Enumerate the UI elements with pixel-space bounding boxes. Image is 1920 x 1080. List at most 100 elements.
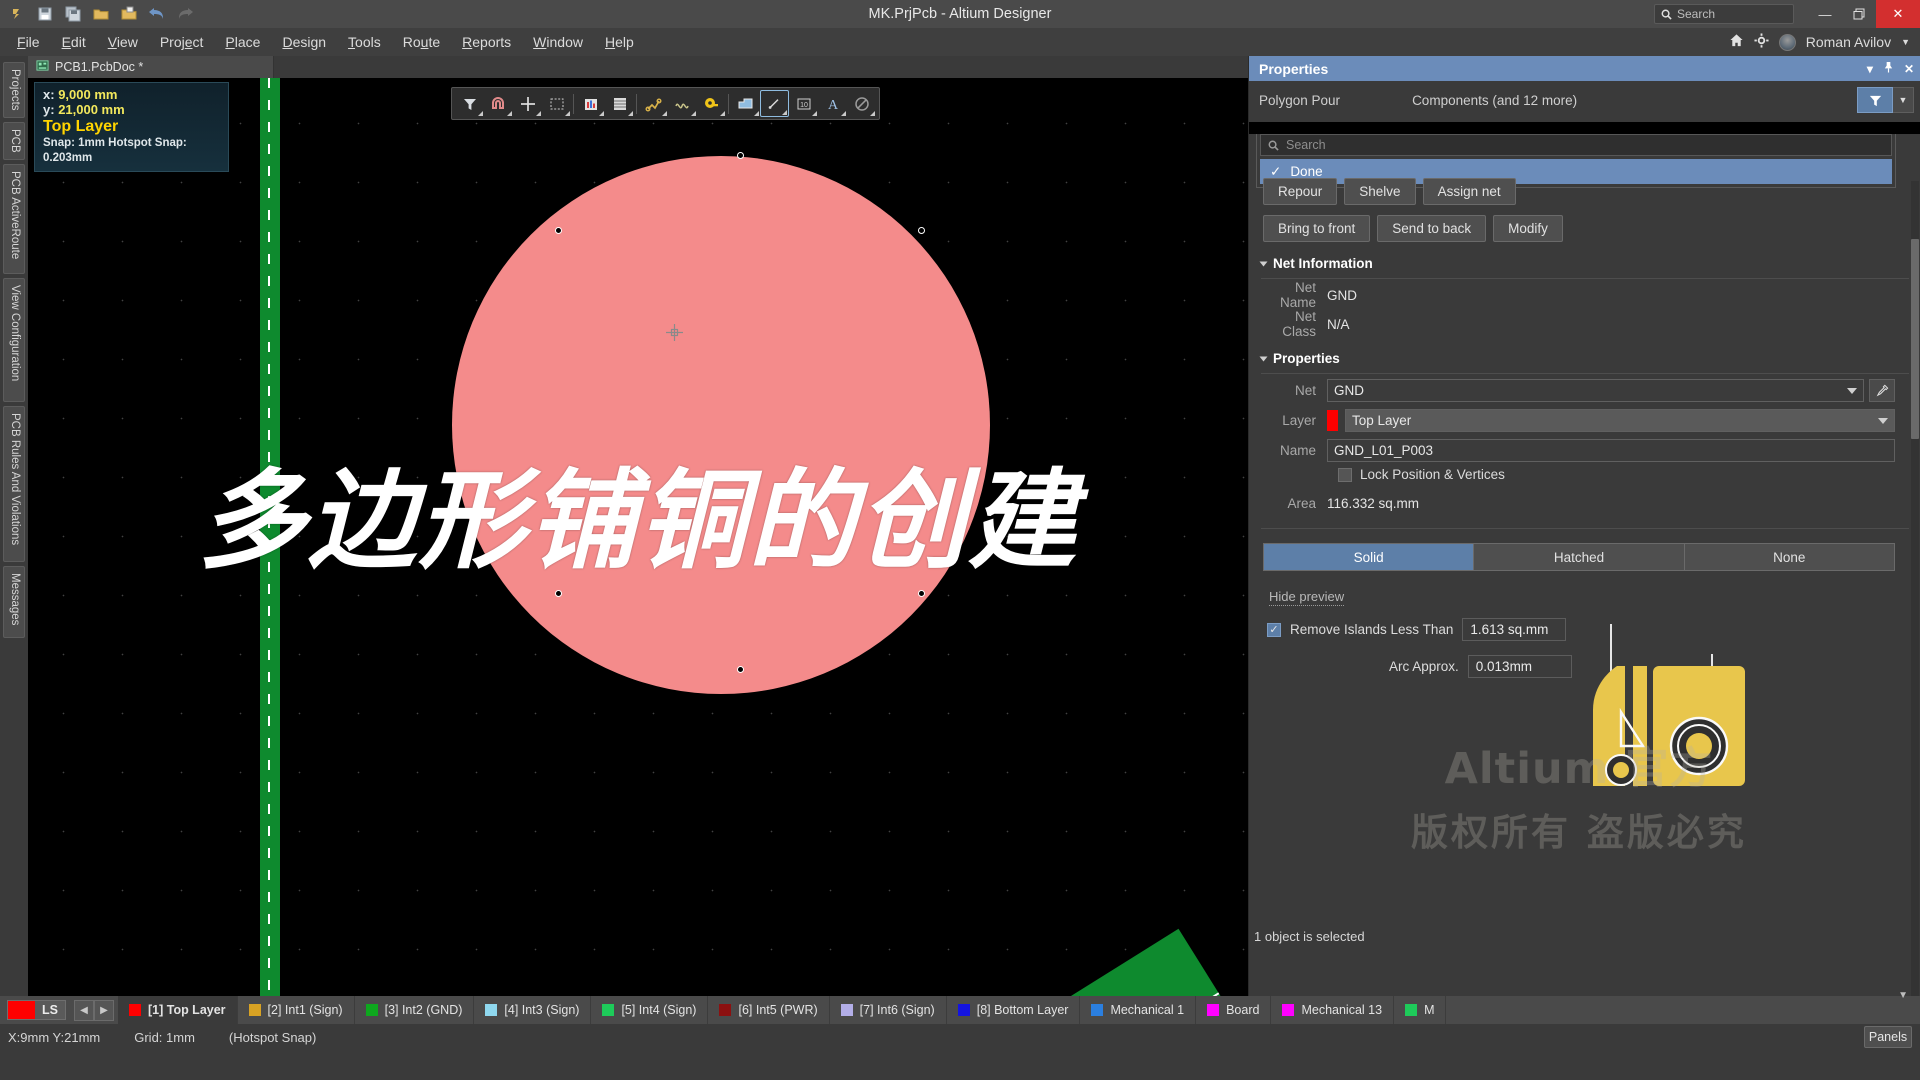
no-net-icon[interactable] <box>847 90 876 117</box>
layer-tab-mechanical-1[interactable]: Mechanical 1 <box>1080 996 1197 1024</box>
eyedropper-icon[interactable] <box>1869 379 1895 402</box>
layer-tab-mechanical-13[interactable]: Mechanical 13 <box>1271 996 1395 1024</box>
repour-button[interactable]: Repour <box>1263 178 1338 205</box>
layer-select[interactable]: Top Layer <box>1345 409 1895 432</box>
save-all-icon[interactable] <box>60 2 86 26</box>
statusbar-expand-caret[interactable]: ▼ <box>1898 990 1908 1001</box>
menu-file[interactable]: File <box>6 30 51 54</box>
assign-net-button[interactable]: Assign net <box>1422 178 1516 205</box>
net-select[interactable]: GND <box>1327 379 1864 402</box>
sidebar-item-projects[interactable]: Projects <box>3 62 25 118</box>
magnet-icon[interactable] <box>484 90 513 117</box>
fill-mode-none[interactable]: None <box>1684 544 1894 570</box>
filter-dropdown-caret[interactable]: ▼ <box>1893 87 1914 113</box>
pcb-canvas[interactable]: 多边形铺铜的创建 <box>28 78 1248 996</box>
sidebar-item-messages[interactable]: Messages <box>3 566 25 638</box>
layer-tab-top-layer[interactable]: [1] Top Layer <box>117 996 238 1024</box>
hide-preview-link[interactable]: Hide preview <box>1269 589 1345 606</box>
sidebar-item-rules[interactable]: PCB Rules And Violations <box>3 406 25 562</box>
send-to-back-button[interactable]: Send to back <box>1377 215 1487 242</box>
layer-scroll-next-button[interactable]: ▶ <box>93 999 114 1021</box>
net-information-section-header[interactable]: Net Information <box>1249 242 1920 278</box>
layer-tab-int1[interactable]: [2] Int1 (Sign) <box>238 996 355 1024</box>
fill-mode-hatched[interactable]: Hatched <box>1474 544 1685 570</box>
home-icon[interactable] <box>1729 33 1744 51</box>
menu-reports[interactable]: Reports <box>451 30 522 54</box>
fill-mode-solid[interactable]: Solid <box>1264 544 1475 570</box>
selection-handle[interactable] <box>555 227 562 234</box>
fill-pattern-icon[interactable] <box>605 90 634 117</box>
layer-tab-board[interactable]: Board <box>1196 996 1272 1024</box>
chart-bars-icon[interactable] <box>576 90 605 117</box>
object-scope-label[interactable]: Components (and 12 more) <box>1412 93 1577 108</box>
menu-view[interactable]: View <box>97 30 149 54</box>
selection-handle[interactable] <box>918 227 925 234</box>
pin-icon[interactable] <box>1883 61 1894 76</box>
polygon-pour-icon[interactable] <box>731 90 760 117</box>
undo-icon[interactable] <box>144 2 170 26</box>
layer-tab-int3[interactable]: [4] Int3 (Sign) <box>474 996 592 1024</box>
bring-to-front-button[interactable]: Bring to front <box>1263 215 1371 242</box>
route-net-icon[interactable] <box>639 90 668 117</box>
funnel-icon[interactable] <box>1857 87 1893 113</box>
crosshair-icon[interactable] <box>513 90 542 117</box>
menu-design[interactable]: Design <box>271 30 337 54</box>
document-tab-pcb1[interactable]: PCB1.PcbDoc * <box>28 56 274 78</box>
name-input[interactable]: GND_L01_P003 <box>1327 439 1895 462</box>
menu-place[interactable]: Place <box>214 30 271 54</box>
menu-help[interactable]: Help <box>594 30 645 54</box>
altium-logo-icon[interactable] <box>4 2 30 26</box>
filter-icon[interactable] <box>455 90 484 117</box>
shelve-button[interactable]: Shelve <box>1344 178 1416 205</box>
selection-handle[interactable] <box>737 152 744 159</box>
sidebar-item-pcb[interactable]: PCB <box>3 122 25 160</box>
selection-handle[interactable] <box>555 590 562 597</box>
dropdown-search-input[interactable]: Search <box>1260 134 1892 156</box>
panel-menu-button[interactable]: ▾ <box>1867 62 1873 76</box>
polygon-pour-shape[interactable] <box>452 156 990 694</box>
open-icon[interactable] <box>88 2 114 26</box>
remove-islands-checkbox[interactable]: ✓ <box>1267 622 1281 637</box>
layer-tab-int5[interactable]: [6] Int5 (PWR) <box>708 996 830 1024</box>
text-icon[interactable]: A <box>818 90 847 117</box>
panels-button[interactable]: Panels <box>1864 1026 1912 1048</box>
via-icon[interactable] <box>697 90 726 117</box>
chevron-down-icon[interactable]: ▼ <box>1901 37 1910 47</box>
layer-color-swatch <box>1405 1004 1418 1016</box>
open-project-icon[interactable] <box>116 2 142 26</box>
save-icon[interactable] <box>32 2 58 26</box>
layer-tab-int2[interactable]: [3] Int2 (GND) <box>355 996 475 1024</box>
selection-handle[interactable] <box>918 590 925 597</box>
menu-route[interactable]: Route <box>392 30 451 54</box>
layer-tab-int6[interactable]: [7] Int6 (Sign) <box>830 996 947 1024</box>
layer-tab-int4[interactable]: [5] Int4 (Sign) <box>591 996 709 1024</box>
layer-sets-chip[interactable]: LS <box>7 1000 66 1020</box>
sidebar-item-view-config[interactable]: View Configuration <box>3 278 25 402</box>
lock-position-row[interactable]: Lock Position & Vertices <box>1249 464 1920 482</box>
restore-button[interactable] <box>1842 0 1876 28</box>
menu-edit[interactable]: Edit <box>51 30 97 54</box>
close-button[interactable]: ✕ <box>1876 0 1920 28</box>
menu-project[interactable]: Project <box>149 30 215 54</box>
select-area-icon[interactable] <box>542 90 571 117</box>
selection-handle[interactable] <box>737 666 744 673</box>
minimize-button[interactable]: — <box>1808 0 1842 28</box>
modify-button[interactable]: Modify <box>1493 215 1563 242</box>
lock-position-checkbox[interactable] <box>1338 467 1352 482</box>
menu-window[interactable]: Window <box>522 30 594 54</box>
properties-section-header[interactable]: Properties <box>1249 337 1920 373</box>
panel-close-button[interactable]: ✕ <box>1904 62 1914 76</box>
sidebar-item-activeroute[interactable]: PCB ActiveRoute <box>3 164 25 274</box>
user-name[interactable]: Roman Avilov <box>1806 34 1891 50</box>
properties-scrollbar[interactable] <box>1911 181 1919 996</box>
layer-tab-truncated[interactable]: M <box>1394 996 1447 1024</box>
layer-tab-bottom-layer[interactable]: [8] Bottom Layer <box>947 996 1081 1024</box>
global-search-input[interactable]: Search <box>1654 4 1794 24</box>
gear-icon[interactable] <box>1754 33 1769 51</box>
differential-pair-icon[interactable] <box>668 90 697 117</box>
pcb-canvas-area[interactable]: 多边形铺铜的创建 x: 9,000 mm y: 21,000 mm Top La… <box>28 78 1248 996</box>
menu-tools[interactable]: Tools <box>337 30 392 54</box>
measure-icon[interactable] <box>760 90 789 117</box>
dimension-icon[interactable]: 10 <box>789 90 818 117</box>
layer-scroll-prev-button[interactable]: ◀ <box>73 999 94 1021</box>
